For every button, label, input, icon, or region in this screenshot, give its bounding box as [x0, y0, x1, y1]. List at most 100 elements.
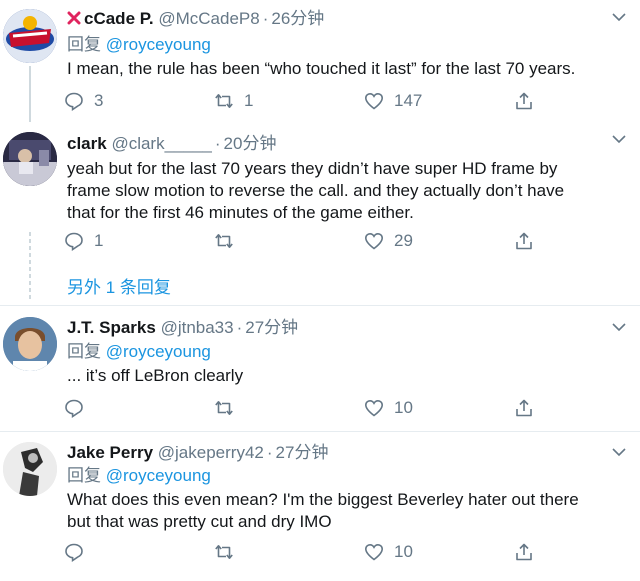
replying-label: 回复	[67, 342, 101, 361]
separator-dot: ·	[262, 9, 269, 28]
avatar-logo-image	[3, 9, 57, 63]
like-button[interactable]: 10	[364, 396, 413, 420]
chevron-down-icon[interactable]	[612, 447, 626, 457]
timestamp[interactable]: 20分钟	[224, 134, 277, 153]
avatar[interactable]	[3, 9, 57, 63]
avatar-photo-image	[3, 132, 57, 186]
tweet-header: clark @clark_____ · 20分钟	[67, 133, 276, 155]
like-count: 10	[394, 398, 413, 417]
separator-dot: ·	[266, 443, 273, 462]
heart-icon	[364, 92, 384, 110]
tweet-actions: 3 1 147	[64, 89, 624, 113]
replying-to: 回复 @royceyoung	[67, 341, 211, 363]
tweet-text: What does this even mean? I'm the bigges…	[67, 489, 632, 533]
timestamp[interactable]: 27分钟	[276, 443, 329, 462]
heart-icon	[364, 543, 384, 561]
display-name[interactable]: J.T. Sparks	[67, 318, 156, 337]
retweet-count: 1	[244, 91, 254, 110]
reply-button[interactable]: 1	[64, 229, 103, 253]
replying-to: 回复 @royceyoung	[67, 34, 211, 56]
avatar[interactable]	[3, 442, 57, 496]
name-prefix-icon	[67, 9, 81, 25]
display-name[interactable]: cCade P.	[84, 9, 154, 28]
chevron-down-icon[interactable]	[612, 134, 626, 144]
retweet-icon	[215, 234, 233, 248]
share-icon	[516, 92, 532, 110]
chevron-down-icon[interactable]	[612, 322, 626, 332]
avatar[interactable]	[3, 317, 57, 371]
tweet-header: cCade P. @McCadeP8 · 26分钟	[67, 8, 324, 30]
user-handle[interactable]: @jtnba33	[161, 318, 234, 337]
reply-icon	[65, 543, 83, 562]
tweet-text-line: ... it’s off LeBron clearly	[67, 366, 244, 385]
thread-connector	[27, 232, 33, 302]
display-name[interactable]: clark	[67, 134, 107, 153]
tweet-text-line: I mean, the rule has been “who touched i…	[67, 59, 576, 78]
tweet-text-line: but that was pretty cut and dry IMO	[67, 512, 332, 531]
avatar-photo-image	[3, 442, 57, 496]
mention-link[interactable]: @royceyoung	[106, 466, 211, 485]
timestamp[interactable]: 27分钟	[245, 318, 298, 337]
reply-icon	[65, 399, 83, 418]
user-handle[interactable]: @clark_____	[111, 134, 211, 153]
tweet-header: Jake Perry @jakeperry42 · 27分钟	[67, 442, 328, 464]
share-button[interactable]	[514, 89, 534, 113]
display-name[interactable]: Jake Perry	[67, 443, 153, 462]
reply-icon	[65, 92, 83, 111]
tweet-2[interactable]: clark @clark_____ · 20分钟 yeah but for the …	[0, 122, 640, 305]
replying-label: 回复	[67, 35, 101, 54]
share-icon	[516, 543, 532, 561]
user-handle[interactable]: @McCadeP8	[158, 9, 259, 28]
retweet-button[interactable]	[214, 229, 244, 253]
like-button[interactable]: 10	[364, 540, 413, 564]
reply-count: 1	[94, 231, 104, 250]
tweet-actions: 1 29	[64, 229, 624, 253]
retweet-button[interactable]	[214, 396, 244, 420]
tweet-4[interactable]: Jake Perry @jakeperry42 · 27分钟 回复 @royceyo…	[0, 432, 640, 581]
tweet-3[interactable]: J.T. Sparks @jtnba33 · 27分钟 回复 @royceyoung…	[0, 306, 640, 431]
user-handle[interactable]: @jakeperry42	[158, 443, 264, 462]
avatar-photo-image	[3, 317, 57, 371]
like-count: 10	[394, 542, 413, 561]
tweet-text: yeah but for the last 70 years they didn…	[67, 158, 632, 224]
share-button[interactable]	[514, 396, 534, 420]
thread-line	[29, 66, 31, 122]
tweet-1[interactable]: cCade P. @McCadeP8 · 26分钟 回复 @royceyoung I…	[0, 0, 640, 122]
replying-to: 回复 @royceyoung	[67, 465, 211, 487]
reply-icon	[65, 232, 83, 251]
timestamp[interactable]: 26分钟	[271, 9, 324, 28]
avatar[interactable]	[3, 132, 57, 186]
tweet-header: J.T. Sparks @jtnba33 · 27分钟	[67, 317, 298, 339]
show-more-replies-link[interactable]: 另外 1 条回复	[67, 273, 171, 298]
replying-label: 回复	[67, 466, 101, 485]
tweet-text-line: What does this even mean? I'm the bigges…	[67, 490, 579, 509]
retweet-button[interactable]: 1	[214, 89, 253, 113]
chevron-down-icon[interactable]	[612, 12, 626, 22]
tweet-text-line: frame slow motion to reverse the call. a…	[67, 181, 565, 200]
share-button[interactable]	[514, 229, 534, 253]
retweet-icon	[215, 401, 233, 415]
tweet-text-line: yeah but for the last 70 years they didn…	[67, 159, 558, 178]
reply-button[interactable]	[64, 540, 94, 564]
tweet-actions: 10	[64, 540, 624, 564]
mention-link[interactable]: @royceyoung	[106, 342, 211, 361]
tweet-text: I mean, the rule has been “who touched i…	[67, 58, 632, 80]
reply-button[interactable]: 3	[64, 89, 103, 113]
like-button[interactable]: 29	[364, 229, 413, 253]
share-button[interactable]	[514, 540, 534, 564]
heart-icon	[364, 399, 384, 417]
mention-link[interactable]: @royceyoung	[106, 35, 211, 54]
like-count: 147	[394, 91, 423, 110]
tweet-text-line: that for the first 46 minutes of the gam…	[67, 203, 414, 222]
separator-dot: ·	[236, 318, 243, 337]
heart-icon	[364, 232, 384, 250]
share-icon	[516, 232, 532, 250]
separator-dot: ·	[214, 134, 221, 153]
reply-button[interactable]	[64, 396, 94, 420]
like-button[interactable]: 147	[364, 89, 422, 113]
like-count: 29	[394, 231, 413, 250]
share-icon	[516, 399, 532, 417]
retweet-button[interactable]	[214, 540, 244, 564]
tweet-text: ... it’s off LeBron clearly	[67, 365, 632, 387]
retweet-icon	[215, 94, 233, 108]
